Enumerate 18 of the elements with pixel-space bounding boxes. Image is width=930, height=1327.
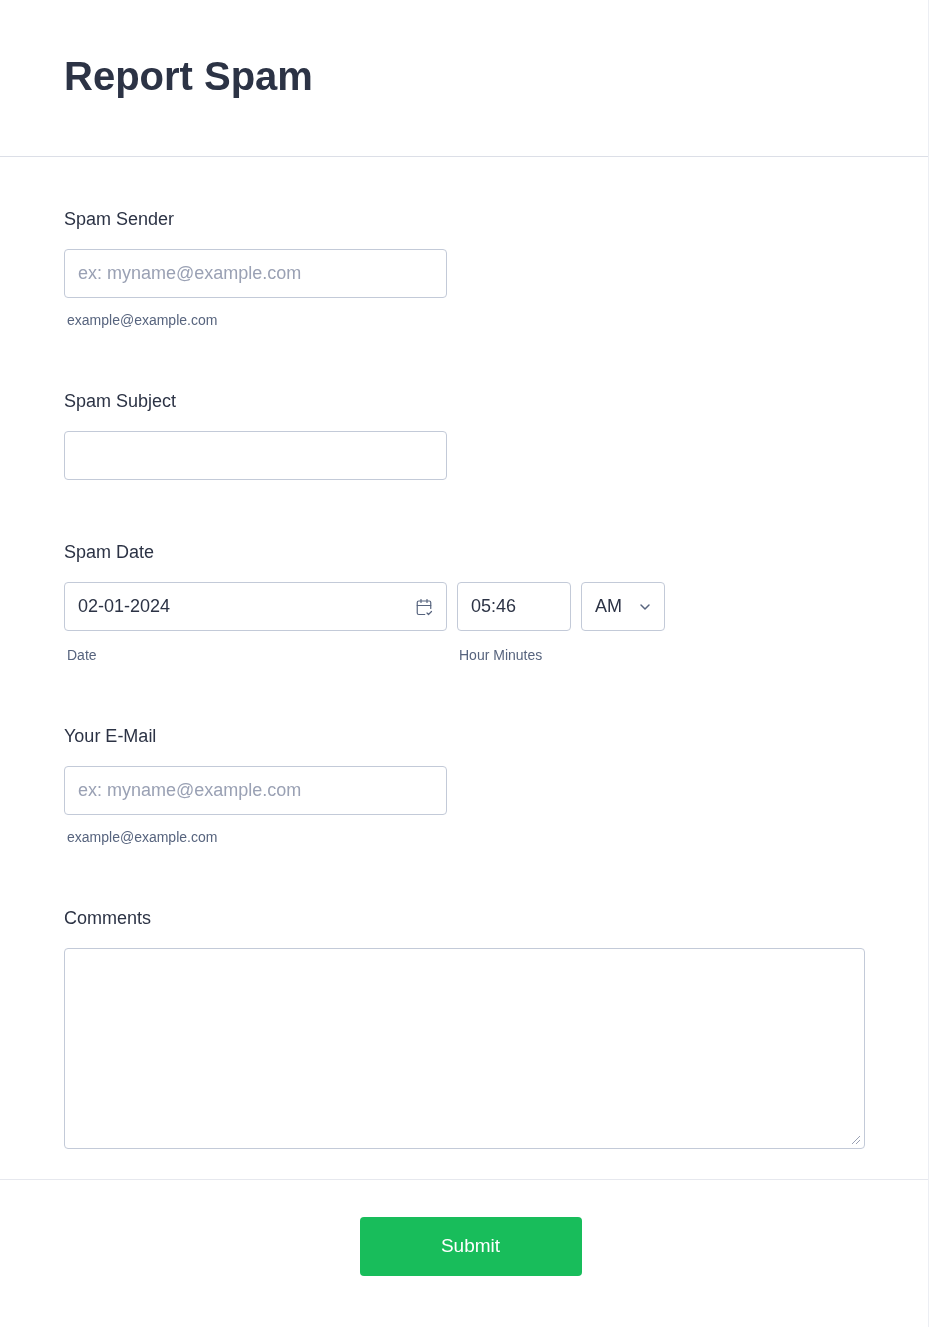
field-hint: example@example.com: [67, 828, 218, 846]
field-hint: Hour Minutes: [459, 646, 543, 664]
calendar-icon[interactable]: [415, 597, 433, 616]
field-hint: example@example.com: [67, 311, 218, 329]
period-select[interactable]: AM: [581, 582, 665, 631]
field-label: Spam Sender: [64, 208, 175, 231]
field-label: Spam Date: [64, 541, 155, 564]
input-field[interactable]: ex: myname@example.com: [64, 249, 447, 298]
form-title: Report Spam: [64, 53, 313, 100]
input-field[interactable]: [64, 431, 447, 480]
field-label: Spam Subject: [64, 390, 177, 413]
field-label: Comments: [64, 907, 152, 930]
date-field[interactable]: 02-01-2024: [64, 582, 447, 631]
input-field[interactable]: ex: myname@example.com: [64, 766, 447, 815]
resize-handle-icon[interactable]: [852, 1136, 860, 1144]
time-field[interactable]: 05:46: [457, 582, 571, 631]
field-hint: Date: [67, 646, 97, 664]
field-label: Your E-Mail: [64, 725, 157, 748]
